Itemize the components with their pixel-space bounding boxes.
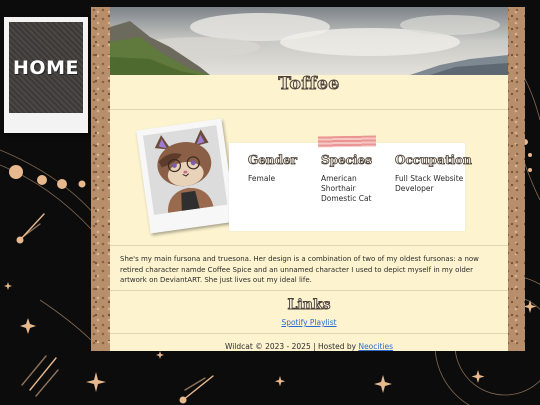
page-title: Toffee xyxy=(278,74,340,95)
links-heading: Links xyxy=(287,297,331,314)
footer-text: Wildcat © 2023 - 2025 | Hosted by xyxy=(224,342,359,351)
field-value: Female xyxy=(248,174,276,183)
header-banner-image xyxy=(110,7,508,75)
neocities-link[interactable]: Neocities xyxy=(358,342,393,351)
washi-tape xyxy=(317,135,377,148)
divider xyxy=(110,245,508,246)
profile-picture xyxy=(136,118,236,234)
field-heading: Gender xyxy=(248,153,298,168)
field-value: Full Stack Website Developer xyxy=(395,174,464,193)
home-label: HOME xyxy=(13,56,79,79)
field-occupation: Occupation Full Stack Website Developer xyxy=(395,153,473,194)
divider xyxy=(110,109,508,110)
field-species: Species American Shorthair Domestic Cat xyxy=(321,153,393,204)
field-heading: Occupation xyxy=(395,153,473,168)
home-button-photo: HOME xyxy=(9,22,83,113)
divider xyxy=(110,333,508,334)
footer: Wildcat © 2023 - 2025 | Hosted by Neocit… xyxy=(110,342,508,351)
home-button[interactable]: HOME xyxy=(4,17,88,133)
field-heading: Species xyxy=(321,153,373,168)
divider xyxy=(110,290,508,291)
cat-avatar-icon xyxy=(142,125,228,215)
field-value: American Shorthair Domestic Cat xyxy=(321,174,372,203)
spotify-playlist-link[interactable]: Spotify Playlist xyxy=(110,318,508,327)
field-gender: Gender Female xyxy=(248,153,320,184)
bio-text: She's my main fursona and truesona. Her … xyxy=(120,255,479,284)
